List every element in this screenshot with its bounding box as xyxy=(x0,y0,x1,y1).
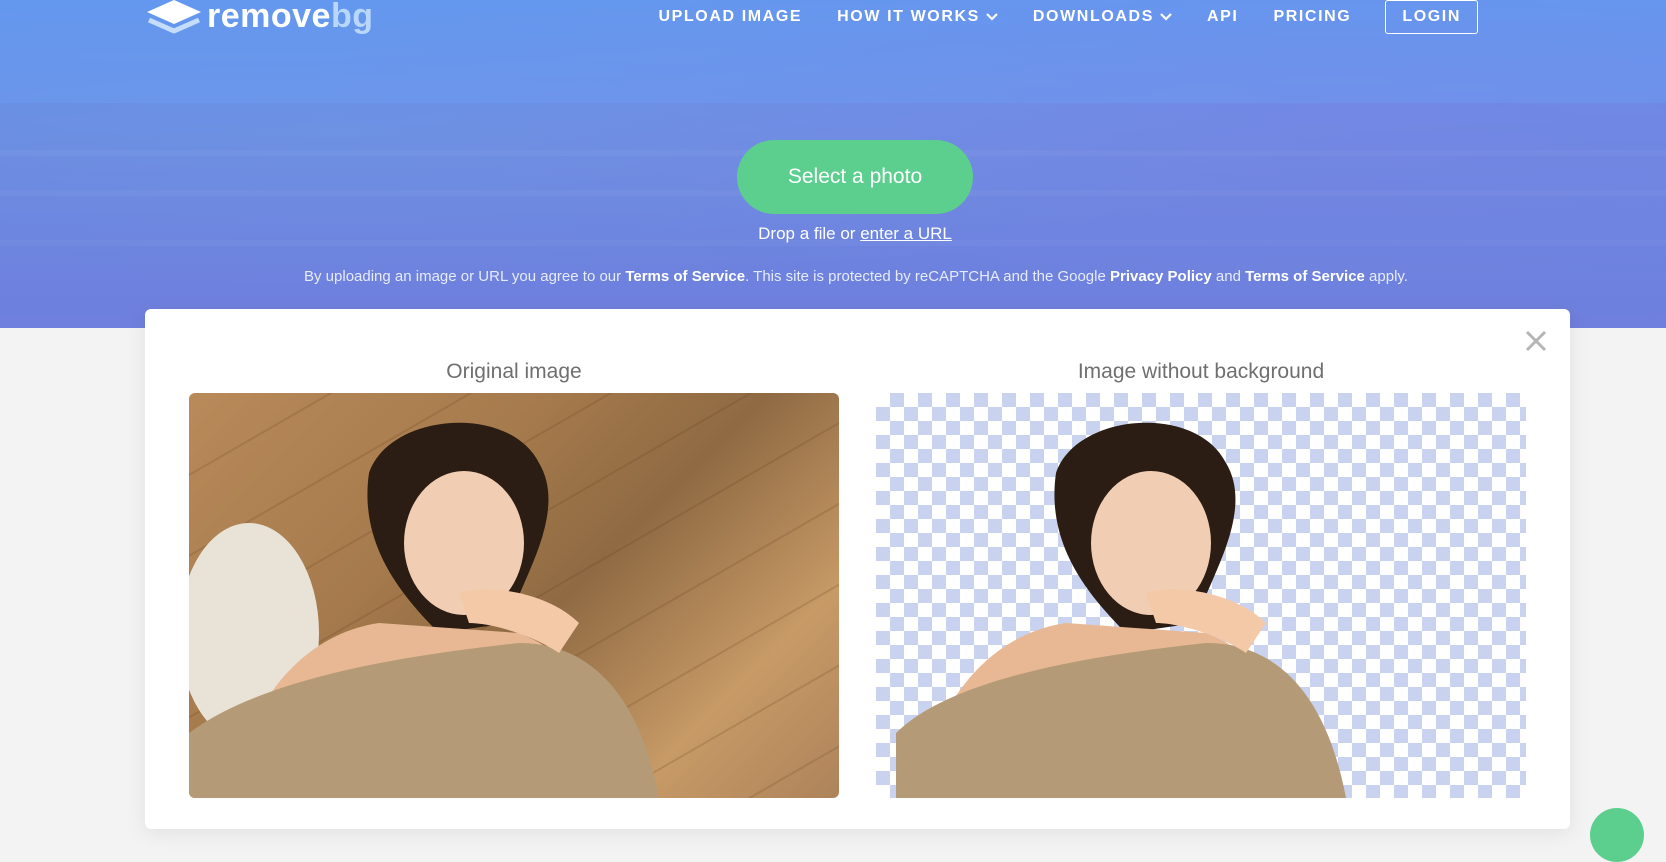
layers-logo-icon xyxy=(145,0,203,36)
drop-file-text: Drop a file or xyxy=(758,224,861,243)
terms-text-4: apply. xyxy=(1364,268,1408,285)
chat-bubble-icon[interactable] xyxy=(1590,808,1644,862)
nav-upload-image[interactable]: UPLOAD IMAGE xyxy=(659,8,803,26)
logo-text-bg: bg xyxy=(330,0,374,35)
terms-notice: By uploading an image or URL you agree t… xyxy=(0,268,1666,285)
background-removed-image xyxy=(876,393,1526,798)
logo-text-remove: remove xyxy=(207,0,331,35)
terms-of-service-link[interactable]: Terms of Service xyxy=(625,268,745,285)
top-nav: UPLOAD IMAGE HOW IT WORKS DOWNLOADS API … xyxy=(624,0,1478,34)
nav-how-it-works[interactable]: HOW IT WORKS xyxy=(837,8,998,26)
nav-pricing[interactable]: PRICING xyxy=(1273,8,1351,26)
select-photo-button[interactable]: Select a photo xyxy=(737,140,973,214)
close-icon[interactable] xyxy=(1524,329,1548,353)
original-image xyxy=(189,393,839,798)
drop-file-hint: Drop a file or enter a URL xyxy=(0,224,1666,244)
privacy-policy-link[interactable]: Privacy Policy xyxy=(1110,268,1212,285)
terms-text-3: and xyxy=(1211,268,1246,285)
original-image-title: Original image xyxy=(446,360,582,383)
enter-url-link[interactable]: enter a URL xyxy=(860,224,952,243)
nav-how-it-works-label: HOW IT WORKS xyxy=(837,8,980,25)
site-logo[interactable]: removebg xyxy=(145,0,374,36)
logo-text: removebg xyxy=(207,0,374,33)
google-terms-link[interactable]: Terms of Service xyxy=(1245,268,1365,285)
chevron-down-icon xyxy=(1160,13,1172,21)
nav-downloads-label: DOWNLOADS xyxy=(1032,8,1154,25)
login-button[interactable]: LOGIN xyxy=(1385,0,1478,34)
terms-text-2: . This site is protected by reCAPTCHA an… xyxy=(745,268,1110,285)
cutout-image-title: Image without background xyxy=(1077,360,1325,383)
nav-downloads[interactable]: DOWNLOADS xyxy=(1033,8,1172,26)
nav-api[interactable]: API xyxy=(1207,8,1238,26)
chevron-down-icon xyxy=(986,13,998,21)
terms-text-1: By uploading an image or URL you agree t… xyxy=(304,268,626,285)
